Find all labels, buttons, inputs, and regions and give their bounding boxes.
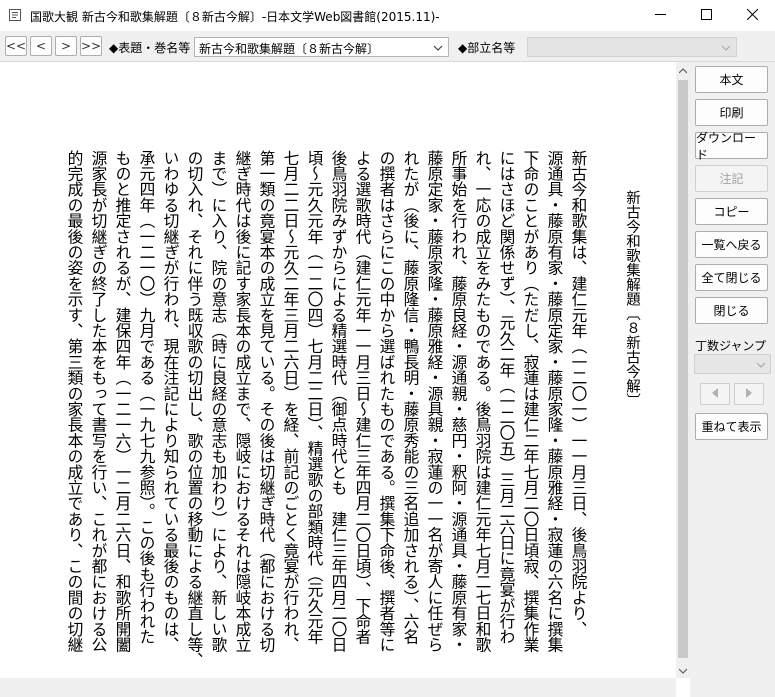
chevron-down-icon	[721, 42, 731, 52]
minimize-button[interactable]	[637, 0, 683, 31]
minimize-icon	[654, 9, 666, 23]
scroll-down-button[interactable]	[676, 662, 690, 678]
side-panel: 本文 印刷 ダウンロード 注記 コピー 一覧へ戻る 全て閉じる 閉じる 丁数ジャ…	[690, 62, 775, 697]
text-column: 承元四年（一二一〇）九月である（一九七九参照）。この後も行われた	[137, 150, 156, 645]
page-jump-select[interactable]	[694, 354, 771, 374]
text-column: 源通具・藤原有家・藤原定家・藤原家隆・藤原雅経・寂蓮の六名に撰集	[545, 150, 564, 653]
chevron-down-icon	[678, 663, 688, 677]
maximize-button[interactable]	[683, 0, 729, 31]
chevron-up-icon	[678, 63, 688, 77]
text-column: 第一類の竟宴本の成立を見ている。その後は切継ぎ時代（都における切	[257, 150, 276, 653]
document-view: 新古今和歌集解題〔８新古今解〕 新古今和歌集は、建仁元年（一二〇一）一一月三日、…	[0, 62, 676, 678]
next-page-button[interactable]: >	[55, 36, 77, 56]
text-column: れたが（後に、藤原隆信・鴨長明・藤原秀能の三名追加される）、六名	[401, 150, 420, 645]
text-column: 源家長が切継ぎの終了した本をもって書写を行い、これが都における公	[89, 150, 108, 653]
page-jump-label: 丁数ジャンプ	[695, 339, 767, 353]
scroll-thumb[interactable]	[678, 80, 688, 658]
text-column: ものと推定されるが、建保四年（一二一六）一二月二六日、和歌所開闔	[113, 150, 132, 653]
jump-prev-button[interactable]	[700, 383, 730, 405]
close-all-button[interactable]: 全て閉じる	[695, 264, 768, 291]
close-window-button[interactable]	[729, 0, 775, 31]
text-column: 頃～元久元年（一二〇四）七月二二日）、精選歌の部類時代（元久元年	[305, 150, 324, 645]
text-column: 的完成の最後の姿を示す、第三類の家長本の成立であり、この間の切継	[65, 150, 84, 653]
arrow-left-icon	[711, 387, 719, 401]
horizontal-scrollbar[interactable]	[0, 678, 676, 697]
text-column: の撰者はさらにこの中から選ばれたものである。撰集下命後、撰者等に	[377, 150, 396, 653]
copy-button[interactable]: コピー	[695, 198, 768, 225]
text-column: にはさほど関係せず）、元久二年（一二〇五）三月二六日に竟宴が行わ	[497, 150, 516, 645]
chevron-down-icon	[756, 359, 766, 373]
jump-next-button[interactable]	[734, 383, 764, 405]
close-icon	[746, 8, 758, 23]
arrow-right-icon	[745, 387, 753, 401]
maximize-icon	[700, 8, 712, 23]
close-button[interactable]: 閉じる	[695, 297, 768, 324]
print-button[interactable]: 印刷	[695, 99, 768, 126]
text-column: 継ぎ時代は後に記す家長本の成立まで、隠岐におけるそれは隠岐本成立	[233, 150, 252, 653]
vertical-scrollbar[interactable]	[676, 62, 690, 678]
overlay-display-button[interactable]: 重ねて表示	[695, 413, 768, 440]
text-column: 七月二二日～元久二年三月二六日）を経、前記のごとく竟宴が行われ、	[281, 150, 300, 653]
first-page-button[interactable]: <<	[5, 36, 27, 56]
text-button[interactable]: 本文	[695, 66, 768, 93]
text-column: 後鳥羽院みずからによる精選時代（御点時代とも 建仁三年四月二〇日	[329, 150, 348, 653]
scroll-up-button[interactable]	[676, 62, 690, 78]
title-select-label: ◆表題・巻名等	[109, 41, 191, 55]
toolbar: << < > >> ◆表題・巻名等 新古今和歌集解題〔８新古今解〕 ◆部立名等	[0, 31, 775, 62]
text-column: いわゆる切継ぎが行われ、現在注記により知られている最後のものは、	[161, 150, 180, 653]
document-title: 新古今和歌集解題〔８新古今解〕	[624, 190, 640, 408]
text-column: よる選歌時代（建仁元年一一月三日～建仁三年四月二〇日頃）、下命者	[353, 150, 372, 645]
text-column: の切入れ、それに伴う既収歌の切出し、歌の位置の移動による継直し等、	[185, 150, 204, 669]
text-column: 所事始を行われ、藤原良経・源通親・慈円・釈阿・源通具・藤原有家・	[449, 150, 468, 653]
section-select-label: ◆部立名等	[458, 41, 516, 55]
chevron-down-icon	[433, 42, 443, 52]
notes-button[interactable]: 注記	[695, 165, 768, 192]
download-button[interactable]: ダウンロード	[695, 131, 768, 162]
text-column: 新古今和歌集は、建仁元年（一二〇一）一一月三日、後鳥羽院より、	[569, 150, 588, 637]
last-page-button[interactable]: >>	[80, 36, 102, 56]
prev-page-button[interactable]: <	[30, 36, 52, 56]
title-select[interactable]: 新古今和歌集解題〔８新古今解〕	[194, 37, 449, 57]
app-book-icon	[8, 8, 22, 22]
window-title: 国歌大観 新古今和歌集解題〔８新古今解〕-日本文学Web図書館(2015.11)…	[30, 10, 440, 24]
title-select-value: 新古今和歌集解題〔８新古今解〕	[199, 42, 380, 56]
section-select[interactable]	[527, 37, 737, 57]
back-to-list-button[interactable]: 一覧へ戻る	[695, 231, 768, 258]
text-column: 下命のことがあり（ただし、寂蓮は建仁二年七月二〇日頃寂、撰集作業	[521, 150, 540, 653]
text-column: れ、一応の成立をみたものである。後鳥羽院は建仁元年七月二七日和歌	[473, 150, 492, 653]
text-column: まで）に入り、院の意志（時に良経の意志も加わり）により、新しい歌	[209, 150, 228, 653]
title-bar: 国歌大観 新古今和歌集解題〔８新古今解〕-日本文学Web図書館(2015.11)…	[0, 0, 775, 32]
text-column: 藤原定家・藤原家隆・藤原雅経・源具親・寂蓮の一一名が寄人に任ぜら	[425, 150, 444, 653]
